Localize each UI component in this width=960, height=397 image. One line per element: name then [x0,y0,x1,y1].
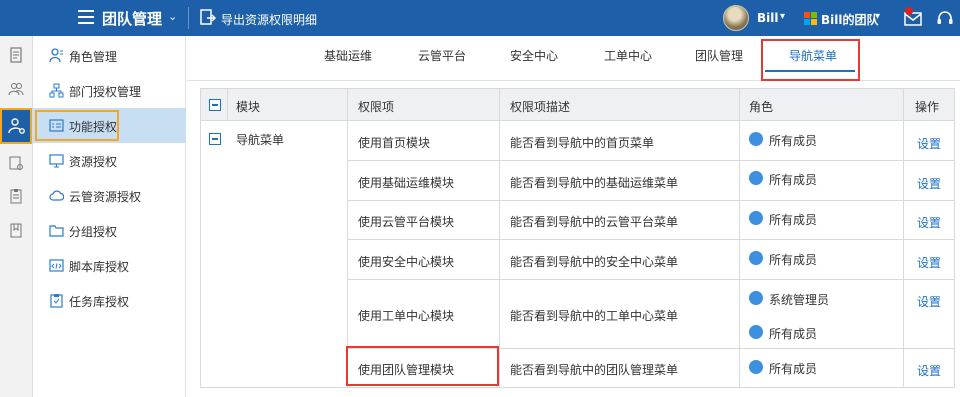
permission-description: 能否看到导航中的基础运维菜单 [510,176,679,190]
settings-link[interactable]: 设置 [917,175,941,192]
sidebar-item-label: 分组授权 [69,225,118,239]
settings-link[interactable]: 设置 [917,293,941,310]
cloud-icon [49,190,64,201]
sidebar: 角色管理 部门授权管理 功能授权 资源授权 云管资源授权 分组授权 脚本库授权 … [33,36,186,397]
permission-name: 使用工单中心模块 [358,309,455,323]
sidebar-item-label: 任务库授权 [69,295,130,309]
column-header-permission: 权限项 [358,100,395,114]
module-name: 导航菜单 [236,133,285,147]
member-icon [749,325,763,339]
monitor-icon [49,154,64,168]
headset-icon[interactable] [936,9,954,27]
sidebar-item-resource-auth[interactable]: 资源授权 [33,143,186,178]
permission-description: 能否看到导航中的首页菜单 [510,136,655,150]
microsoft-logo [804,12,817,25]
team-name[interactable]: Bill的团队 [821,11,879,28]
task-icon [50,294,63,308]
chevron-down-icon[interactable]: ▾ [875,11,880,22]
collapse-all-checkbox[interactable] [209,99,221,111]
sidebar-item-function-auth[interactable]: 功能授权 [33,108,186,143]
admin-icon [749,291,763,305]
sidebar-item-label: 云管资源授权 [69,190,142,204]
permission-description: 能否看到导航中的团队管理菜单 [510,363,679,377]
settings-link[interactable]: 设置 [917,214,941,231]
sidebar-item-dept-auth[interactable]: 部门授权管理 [33,73,186,108]
role-icon [49,48,63,63]
member-icon [749,360,763,374]
sidebar-item-script-auth[interactable]: 脚本库授权 [33,248,186,283]
user-settings-icon[interactable] [0,108,32,144]
permission-name: 使用首页模块 [358,136,431,150]
notification-dot [905,7,913,15]
table-header: 模块 权限项 权限项描述 角色 操作 [201,89,954,121]
highlight-box [346,346,499,386]
settings-link[interactable]: 设置 [917,135,941,152]
chevron-down-icon[interactable]: ▾ [780,11,785,22]
column-header-role: 角色 [749,100,774,114]
sidebar-item-cloud-auth[interactable]: 云管资源授权 [33,178,186,213]
sidebar-item-label: 资源授权 [69,155,118,169]
sidebar-item-label: 角色管理 [69,50,118,64]
export-icon[interactable] [200,9,216,26]
sidebar-item-roles[interactable]: 角色管理 [33,38,186,73]
script-icon [49,259,64,272]
highlight-box [761,39,860,81]
permission-name: 使用基础运维模块 [358,176,455,190]
sidebar-item-task-auth[interactable]: 任务库授权 [33,283,186,318]
tab-security-center[interactable]: 安全中心 [510,47,558,64]
resource-settings-icon[interactable] [0,148,32,178]
sidebar-item-label: 脚本库授权 [69,260,130,274]
member-icon [749,251,763,265]
chevron-down-icon[interactable]: ⌄ [168,10,177,23]
group-icon [49,225,64,237]
permission-name: 使用云管平台模块 [358,215,455,229]
org-chart-icon [49,83,64,98]
hamburger-icon[interactable] [78,10,94,24]
user-name[interactable]: Bill [757,11,779,25]
export-button[interactable]: 导出资源权限明细 [221,11,317,28]
column-header-description: 权限项描述 [510,100,571,114]
permission-description: 能否看到导航中的工单中心菜单 [510,309,679,323]
permission-description: 能否看到导航中的安全中心菜单 [510,255,679,269]
sidebar-item-group-auth[interactable]: 分组授权 [33,213,186,248]
permissions-table: 模块 权限项 权限项描述 角色 操作 导航菜单 使用首页模块 能否看到导航中的首… [200,88,955,388]
settings-link[interactable]: 设置 [917,254,941,271]
avatar[interactable] [723,5,749,31]
users-icon[interactable] [0,74,32,104]
highlight-box [35,110,119,141]
top-bar: 团队管理 ⌄ 导出资源权限明细 Bill ▾ Bill的团队 ▾ [0,0,960,36]
tab-team-management[interactable]: 团队管理 [695,47,743,64]
settings-link[interactable]: 设置 [917,362,941,379]
sidebar-item-label: 部门授权管理 [69,85,142,99]
collapse-module-checkbox[interactable] [209,133,221,145]
icon-rail [0,36,33,397]
divider [188,7,189,29]
tab-basic-ops[interactable]: 基础运维 [324,47,372,64]
column-header-action: 操作 [915,100,940,114]
column-header-module: 模块 [236,100,261,114]
bookmark-icon[interactable] [0,215,32,245]
document-icon[interactable] [0,40,32,70]
permission-description: 能否看到导航中的云管平台菜单 [510,215,679,229]
member-icon [749,211,763,225]
app-title[interactable]: 团队管理 [102,8,162,29]
permission-name: 使用安全中心模块 [358,255,455,269]
member-icon [749,171,763,185]
tab-ticket-center[interactable]: 工单中心 [604,47,652,64]
clipboard-icon[interactable] [0,181,32,211]
member-icon [749,132,763,146]
tab-cloud-platform[interactable]: 云管平台 [418,47,466,64]
